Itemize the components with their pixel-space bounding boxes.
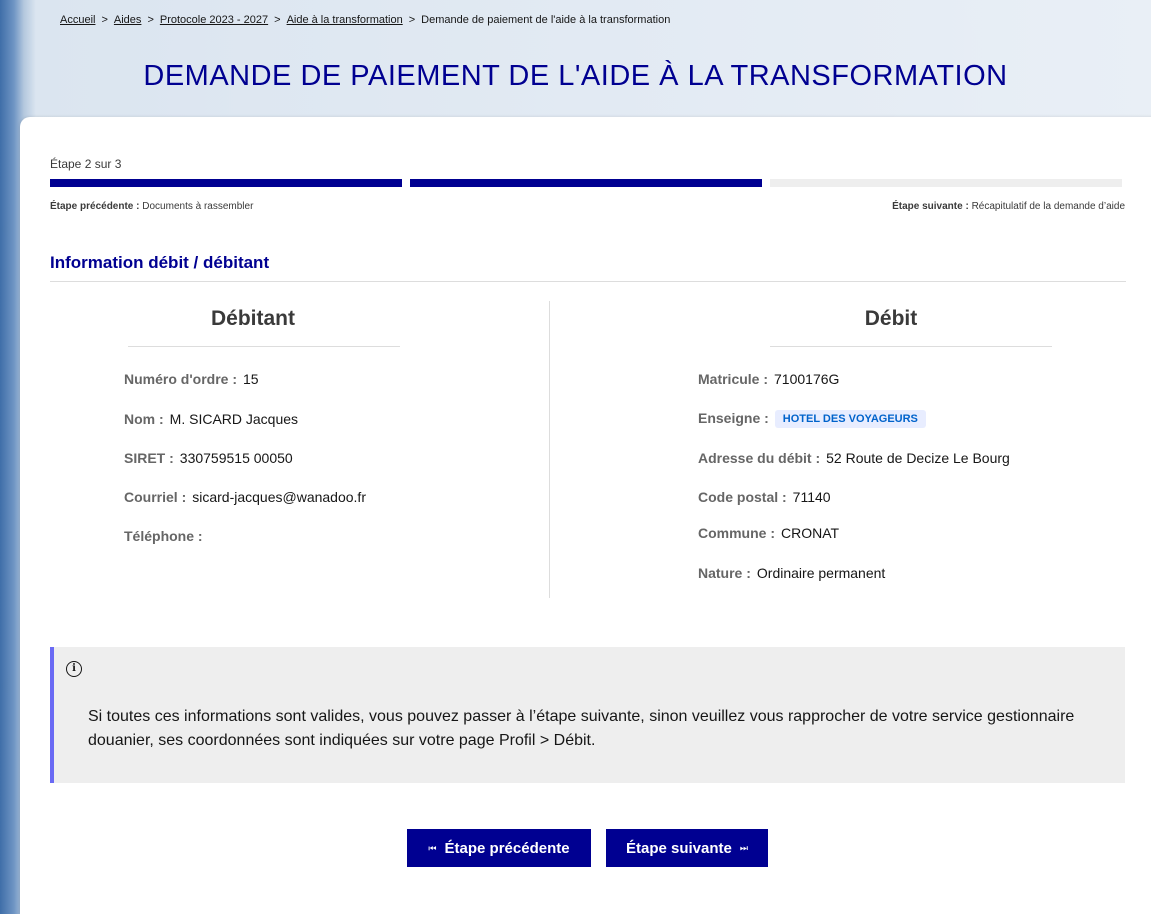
field-nature: Nature : Ordinaire permanent: [698, 565, 885, 581]
section-title: Information débit / débitant: [50, 253, 1126, 282]
field-siret: SIRET : 330759515 00050: [124, 450, 293, 466]
breadcrumb-separator: >: [147, 14, 154, 26]
field-enseigne: Enseigne : HOTEL DES VOYAGEURS: [698, 410, 926, 429]
field-value: 71140: [792, 489, 831, 505]
column-divider: [549, 301, 550, 598]
field-value: 7100176G: [774, 371, 840, 387]
stepper-segment-3: [770, 179, 1122, 187]
stepper-next-label: Étape suivante :: [892, 201, 969, 212]
field-label: Courriel :: [124, 489, 187, 505]
info-icon: i: [66, 661, 82, 677]
field-value: 15: [243, 371, 259, 387]
stepper-previous-value: Documents à rassembler: [142, 201, 254, 212]
previous-step-label: Étape précédente: [444, 839, 570, 857]
field-label: Nature :: [698, 565, 751, 581]
skip-next-icon: ⏭: [739, 842, 748, 853]
field-value: sicard-jacques@wanadoo.fr: [192, 489, 366, 505]
field-value: 330759515 00050: [179, 450, 293, 466]
stepper-count: Étape 2 sur 3: [50, 157, 122, 171]
stepper-segment-1: [50, 179, 402, 187]
stepper-next: Étape suivante : Récapitulatif de la dem…: [892, 201, 1125, 212]
field-value: M. SICARD Jacques: [169, 411, 299, 427]
stepper-segment-2: [410, 179, 762, 187]
next-step-button[interactable]: Étape suivante ⏭: [606, 829, 768, 867]
field-label: Téléphone :: [124, 528, 203, 544]
field-label: Nom :: [124, 411, 164, 427]
field-label: Matricule :: [698, 371, 769, 387]
info-notice: i Si toutes ces informations sont valide…: [50, 647, 1125, 783]
field-label: SIRET :: [124, 450, 174, 466]
breadcrumb-separator: >: [101, 14, 108, 26]
field-code-postal: Code postal : 71140: [698, 489, 831, 505]
field-value: CRONAT: [781, 525, 840, 541]
previous-step-button[interactable]: ⏮ Étape précédente: [407, 829, 591, 867]
field-telephone: Téléphone :: [124, 528, 209, 544]
field-value: Ordinaire permanent: [756, 565, 886, 581]
breadcrumb-link-aide-transformation[interactable]: Aide à la transformation: [287, 14, 403, 26]
debit-title: Débit: [864, 307, 918, 330]
field-label: Commune :: [698, 525, 775, 541]
enseigne-badge: HOTEL DES VOYAGEURS: [774, 410, 926, 429]
field-numero-ordre: Numéro d'ordre : 15: [124, 371, 259, 387]
skip-previous-icon: ⏮: [428, 842, 437, 853]
field-value: 52 Route de Decize Le Bourg: [826, 450, 1010, 466]
debitant-title-divider: [128, 346, 400, 347]
field-label: Enseigne :: [698, 410, 769, 426]
breadcrumb-link-aides[interactable]: Aides: [114, 14, 142, 26]
stepper-next-value: Récapitulatif de la demande d’aide: [971, 201, 1125, 212]
field-matricule: Matricule : 7100176G: [698, 371, 839, 387]
debitant-title: Débitant: [211, 307, 295, 330]
info-notice-text: Si toutes ces informations sont valides,…: [88, 708, 1075, 749]
stepper-previous-label: Étape précédente :: [50, 201, 140, 212]
breadcrumb: Accueil > Aides > Protocole 2023 - 2027 > Aide…: [60, 14, 670, 26]
field-label: Code postal :: [698, 489, 787, 505]
field-commune: Commune : CRONAT: [698, 525, 839, 541]
field-label: Adresse du débit :: [698, 450, 821, 466]
debit-title-divider: [770, 346, 1052, 347]
breadcrumb-link-protocole[interactable]: Protocole 2023 - 2027: [160, 14, 268, 26]
stepper-previous: Étape précédente : Documents à rassemble…: [50, 201, 253, 212]
form-card: Étape 2 sur 3 Étape précédente : Documen…: [20, 117, 1151, 914]
field-courriel: Courriel : sicard-jacques@wanadoo.fr: [124, 489, 366, 505]
breadcrumb-link-accueil[interactable]: Accueil: [60, 14, 95, 26]
breadcrumb-current: Demande de paiement de l'aide à la trans…: [421, 14, 671, 26]
breadcrumb-separator: >: [408, 14, 416, 26]
stepper-progress: [50, 179, 1122, 187]
field-nom: Nom : M. SICARD Jacques: [124, 411, 298, 427]
field-label: Numéro d'ordre :: [124, 371, 238, 387]
next-step-label: Étape suivante: [626, 839, 732, 857]
page-title: DEMANDE DE PAIEMENT DE L'AIDE À LA TRANS…: [143, 60, 1008, 92]
breadcrumb-separator: >: [274, 14, 281, 26]
field-adresse: Adresse du débit : 52 Route de Decize Le …: [698, 450, 1010, 466]
